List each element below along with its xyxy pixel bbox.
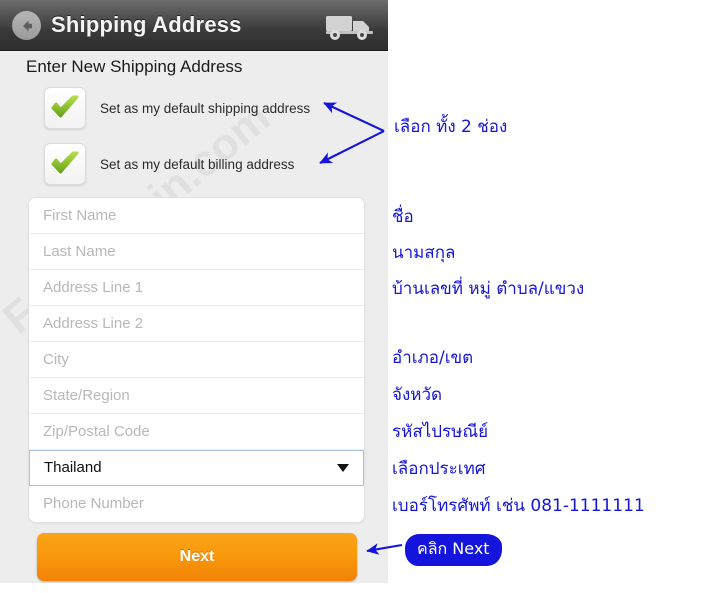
green-check-icon xyxy=(51,151,79,174)
country-select[interactable]: Thailand xyxy=(29,450,364,486)
city-input[interactable]: City xyxy=(29,342,364,378)
annotation-city: อำเภอ/เขต xyxy=(392,348,474,368)
checkbox-row-default-billing[interactable]: Set as my default billing address xyxy=(44,143,294,185)
state-region-input[interactable]: State/Region xyxy=(29,378,364,414)
annotation-country: เลือกประเทศ xyxy=(392,459,486,479)
app-header-bar: Shipping Address xyxy=(0,0,388,51)
back-arrow-icon[interactable] xyxy=(12,11,41,40)
first-name-input[interactable]: First Name xyxy=(29,198,364,234)
checkbox-default-billing[interactable] xyxy=(44,143,86,185)
annotation-checkboxes: เลือก ทั้ง 2 ช่อง xyxy=(394,117,508,137)
zip-postal-code-input[interactable]: Zip/Postal Code xyxy=(29,414,364,450)
section-heading: Enter New Shipping Address xyxy=(26,57,243,76)
annotation-address-line-1: บ้านเลขที่ หมู่ ตำบล/แขวง xyxy=(392,279,585,299)
annotation-last-name: นามสกุล xyxy=(392,243,456,263)
green-check-icon xyxy=(51,95,79,118)
next-button[interactable]: Next xyxy=(37,533,357,581)
annotation-state: จังหวัด xyxy=(392,385,443,405)
checkbox-row-default-shipping[interactable]: Set as my default shipping address xyxy=(44,87,310,129)
page-title: Shipping Address xyxy=(51,12,242,37)
annotation-zip: รหัสไปรษณีย์ xyxy=(392,422,489,442)
delivery-truck-icon xyxy=(326,16,373,40)
address-line-2-input[interactable]: Address Line 2 xyxy=(29,306,364,342)
checkbox-label-default-billing: Set as my default billing address xyxy=(100,156,295,172)
checkbox-default-shipping[interactable] xyxy=(44,87,86,129)
phone-number-input[interactable]: Phone Number xyxy=(29,486,364,522)
chevron-down-icon xyxy=(337,464,349,472)
annotation-first-name: ชื่อ xyxy=(392,207,414,227)
address-form-card: First Name Last Name Address Line 1 Addr… xyxy=(28,197,365,523)
last-name-input[interactable]: Last Name xyxy=(29,234,364,270)
annotation-next-badge: คลิก Next xyxy=(405,534,502,566)
annotation-phone: เบอร์โทรศัพท์ เช่น 081-1111111 xyxy=(392,496,645,516)
next-button-label: Next xyxy=(179,548,215,565)
country-select-value: Thailand xyxy=(44,459,102,476)
address-line-1-input[interactable]: Address Line 1 xyxy=(29,270,364,306)
checkbox-label-default-shipping: Set as my default shipping address xyxy=(100,100,311,116)
mobile-app-panel: Shipping Address Enter New Shipping Addr… xyxy=(0,0,388,583)
